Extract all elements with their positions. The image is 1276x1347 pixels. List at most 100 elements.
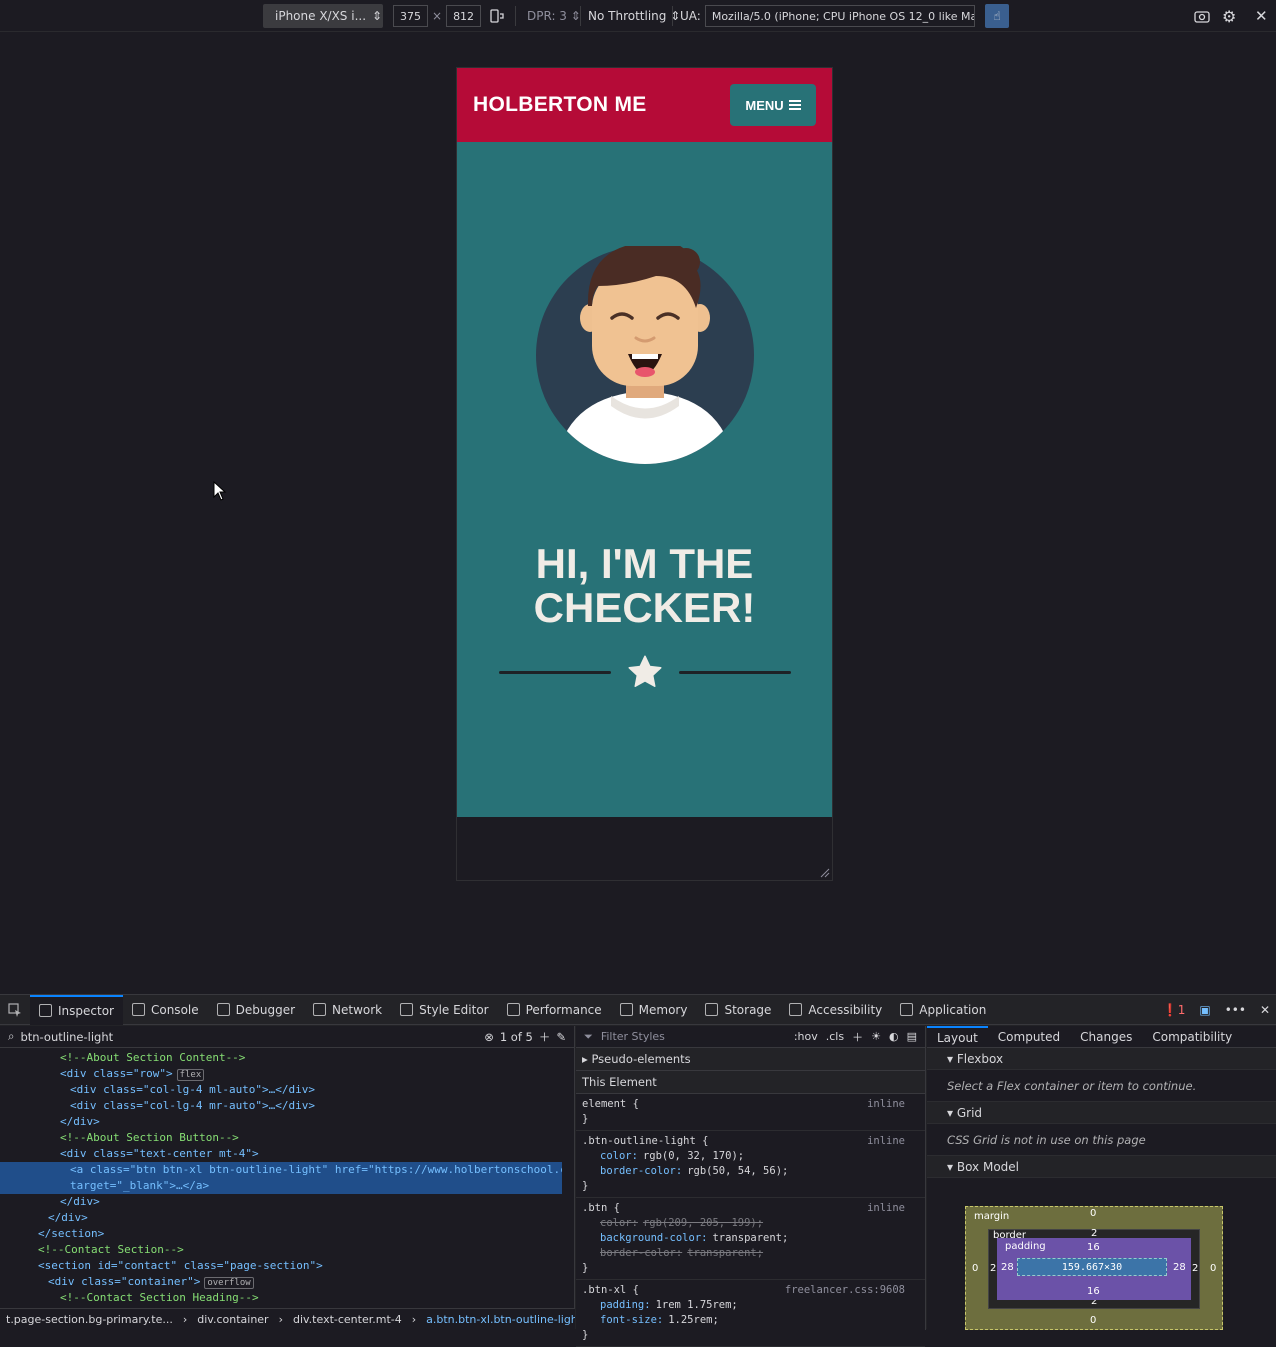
- device-selector[interactable]: iPhone X/XS i... ⇕: [263, 4, 383, 28]
- tab-label: Console: [150, 1002, 199, 1017]
- viewport-width-input[interactable]: 375: [393, 5, 428, 27]
- star-icon: [628, 655, 662, 687]
- tab-computed[interactable]: Computed: [988, 1026, 1070, 1048]
- markup-node[interactable]: <div class="text-center mt-4">: [0, 1146, 562, 1162]
- rotate-icon[interactable]: [489, 4, 505, 28]
- tab-inspector[interactable]: Inspector: [30, 994, 123, 1025]
- screenshot-icon[interactable]: [1194, 4, 1210, 28]
- breadcrumb-item[interactable]: div.container: [197, 1313, 268, 1326]
- element-picker-icon[interactable]: [0, 995, 30, 1025]
- markup-badge[interactable]: flex: [176, 1069, 205, 1081]
- close-devtools-icon[interactable]: ✕: [1260, 1003, 1270, 1017]
- css-declaration[interactable]: font-size: 1.25rem;: [582, 1313, 919, 1328]
- css-declaration[interactable]: padding: 1rem 1.75rem;: [582, 1298, 919, 1313]
- user-agent-input[interactable]: Mozilla/5.0 (iPhone; CPU iPhone OS 12_0 …: [704, 5, 975, 27]
- tab-accessibility[interactable]: Accessibility: [780, 995, 891, 1025]
- markup-node[interactable]: <!--About Section Button-->: [0, 1130, 562, 1146]
- error-count-badge[interactable]: ❗1: [1163, 1003, 1186, 1017]
- css-rule[interactable]: .btn-outline-light {inline color: rgb(0, 3…: [576, 1131, 925, 1198]
- viewport-height-input[interactable]: 812: [446, 5, 482, 27]
- margin-right-value[interactable]: 0: [1210, 1263, 1216, 1274]
- markup-node[interactable]: <div class="row"> flex: [0, 1066, 562, 1082]
- pseudo-elements-toggle[interactable]: ▸ Pseudo-elements: [576, 1048, 925, 1071]
- throttling-selector[interactable]: No Throttling ⇕: [588, 4, 680, 28]
- markup-node[interactable]: <!--Contact Section Heading-->: [0, 1290, 562, 1306]
- tab-layout[interactable]: Layout: [927, 1025, 988, 1048]
- grid-section[interactable]: ▾ Grid: [927, 1102, 1276, 1124]
- margin-left-value[interactable]: 0: [972, 1263, 978, 1274]
- markup-node[interactable]: </div>: [0, 1210, 562, 1226]
- markup-node[interactable]: <div class="col-lg-4 ml-auto">…</div>: [0, 1082, 562, 1098]
- padding-top-value[interactable]: 16: [1087, 1242, 1100, 1253]
- resize-handle-icon[interactable]: [820, 868, 830, 878]
- breadcrumb-item[interactable]: a.btn.btn-xl.btn-outline-light: [426, 1313, 575, 1326]
- css-declaration[interactable]: color: rgb(0, 32, 170);: [582, 1149, 919, 1164]
- tab-network[interactable]: Network: [304, 995, 391, 1025]
- print-media-icon[interactable]: ▤: [907, 1030, 917, 1043]
- add-rule-icon[interactable]: ＋: [852, 1029, 863, 1045]
- responsive-mode-icon[interactable]: ▣: [1199, 1003, 1210, 1017]
- menu-button[interactable]: MENU: [730, 84, 816, 126]
- markup-node[interactable]: <!--Contact Section-->: [0, 1242, 562, 1258]
- markup-search-input[interactable]: btn-outline-light: [20, 1030, 478, 1044]
- css-declaration[interactable]: color: rgb(209, 205, 199);: [582, 1216, 919, 1231]
- box-model-section[interactable]: ▾ Box Model: [927, 1156, 1276, 1178]
- tab-style-editor[interactable]: Style Editor: [391, 995, 497, 1025]
- markup-node[interactable]: </div>: [0, 1114, 562, 1130]
- border-left-value[interactable]: 2: [990, 1263, 996, 1274]
- filter-styles-input[interactable]: Filter Styles: [601, 1030, 786, 1043]
- css-rule[interactable]: .btn {inline color: rgb(209, 205, 199); bac…: [576, 1198, 925, 1280]
- markup-badge[interactable]: overflow: [204, 1277, 254, 1289]
- markup-node[interactable]: </div>: [0, 1194, 562, 1210]
- tab-memory[interactable]: Memory: [611, 995, 697, 1025]
- rule-source-link[interactable]: freelancer.css:9608: [785, 1283, 905, 1298]
- css-declaration[interactable]: border-color: transparent;: [582, 1246, 919, 1261]
- margin-top-value[interactable]: 0: [1090, 1208, 1096, 1219]
- tab-application[interactable]: Application: [891, 995, 995, 1025]
- add-node-icon[interactable]: ＋: [539, 1029, 551, 1045]
- tab-storage[interactable]: Storage: [696, 995, 780, 1025]
- tab-performance[interactable]: Performance: [498, 995, 611, 1025]
- css-rule[interactable]: .btn-xl {freelancer.css:9608 padding: 1rem…: [576, 1280, 925, 1347]
- css-declaration[interactable]: background-color: transparent;: [582, 1231, 919, 1246]
- close-icon[interactable]: ✕: [1255, 4, 1268, 28]
- eyedropper-icon[interactable]: ✎: [556, 1030, 566, 1044]
- css-declaration[interactable]: border-color: rgb(50, 54, 56);: [582, 1164, 919, 1179]
- markup-node[interactable]: <section id="contact" class="page-sectio…: [0, 1258, 562, 1274]
- padding-left-value[interactable]: 28: [1001, 1262, 1014, 1273]
- markup-node[interactable]: <div class="container"> overflow: [0, 1274, 562, 1290]
- tab-compatibility[interactable]: Compatibility: [1142, 1026, 1242, 1048]
- markup-node[interactable]: target="_blank">…</a>: [0, 1178, 562, 1194]
- brand-logo[interactable]: HOLBERTON ME: [473, 93, 647, 117]
- touch-simulation-icon[interactable]: ☝: [985, 4, 1009, 28]
- tab-debugger[interactable]: Debugger: [208, 995, 304, 1025]
- css-value: rgb(50, 54, 56);: [687, 1165, 789, 1177]
- breadcrumb-item[interactable]: t.page-section.bg-primary.te...: [6, 1313, 173, 1326]
- rule-source-link[interactable]: inline: [867, 1134, 905, 1149]
- markup-node[interactable]: </section>: [0, 1226, 562, 1242]
- hov-toggle[interactable]: :hov: [794, 1030, 818, 1043]
- more-options-icon[interactable]: •••: [1225, 1003, 1246, 1017]
- dark-theme-icon[interactable]: ◐: [889, 1030, 899, 1043]
- dpr-selector[interactable]: DPR: 3 ⇕: [527, 4, 581, 28]
- tab-changes[interactable]: Changes: [1070, 1026, 1142, 1048]
- flexbox-heading: Flexbox: [956, 1051, 1004, 1066]
- clear-search-icon[interactable]: ⊗: [484, 1030, 494, 1044]
- padding-right-value[interactable]: 28: [1173, 1262, 1186, 1273]
- markup-node[interactable]: <div class="col-lg-4 mr-auto">…</div>: [0, 1098, 562, 1114]
- margin-bottom-value[interactable]: 0: [1090, 1315, 1096, 1326]
- flexbox-section[interactable]: ▾ Flexbox: [927, 1048, 1276, 1070]
- rule-source-link[interactable]: inline: [867, 1097, 905, 1112]
- css-rule[interactable]: element {inline}: [576, 1094, 925, 1131]
- breadcrumb-item[interactable]: div.text-center.mt-4: [293, 1313, 402, 1326]
- tab-console[interactable]: Console: [123, 995, 208, 1025]
- rule-source-link[interactable]: inline: [867, 1201, 905, 1216]
- cls-toggle[interactable]: .cls: [826, 1030, 844, 1043]
- light-theme-icon[interactable]: ☀: [871, 1030, 881, 1043]
- markup-node[interactable]: <a class="btn btn-xl btn-outline-light" …: [0, 1162, 562, 1178]
- content-box[interactable]: 159.667×30: [1017, 1258, 1167, 1276]
- settings-gear-icon[interactable]: ⚙: [1222, 4, 1236, 28]
- border-right-value[interactable]: 2: [1192, 1263, 1198, 1274]
- padding-bottom-value[interactable]: 16: [1087, 1286, 1100, 1297]
- markup-node[interactable]: <!--About Section Content-->: [0, 1050, 562, 1066]
